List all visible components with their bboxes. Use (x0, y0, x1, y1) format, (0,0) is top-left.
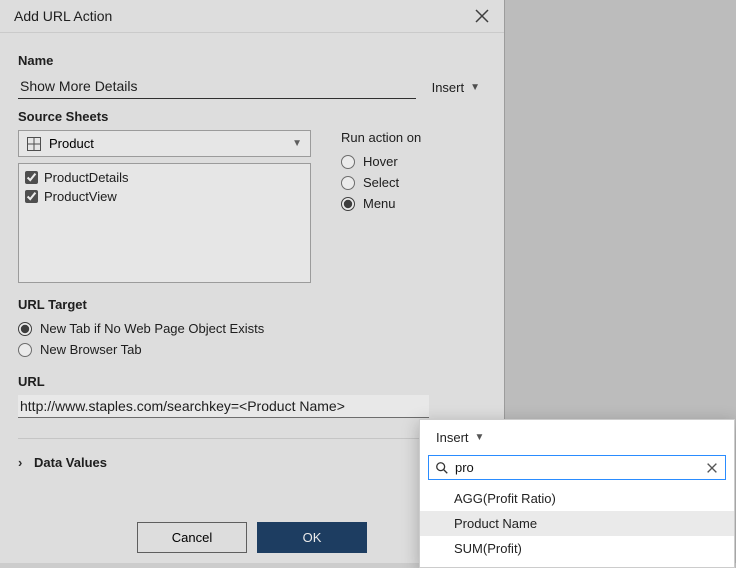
popover-options: AGG(Profit Ratio) Product Name SUM(Profi… (420, 482, 734, 567)
radio-input[interactable] (341, 155, 355, 169)
radio-input[interactable] (341, 197, 355, 211)
source-sheets-list: ProductDetails ProductView (18, 163, 311, 283)
popover-insert-button[interactable]: Insert ▼ (436, 426, 490, 449)
cancel-button[interactable]: Cancel (137, 522, 247, 553)
chevron-down-icon: ▼ (292, 138, 302, 149)
run-option-select[interactable]: Select (341, 172, 486, 193)
radio-label: Hover (363, 154, 398, 169)
url-target-label: URL Target (18, 297, 486, 312)
insert-label: Insert (432, 80, 465, 95)
dropdown-value: Product (49, 136, 94, 151)
run-option-menu[interactable]: Menu (341, 193, 486, 214)
checkbox-input[interactable] (25, 171, 38, 184)
radio-label: Select (363, 175, 399, 190)
radio-input[interactable] (341, 176, 355, 190)
data-values-toggle[interactable]: › Data Values (18, 453, 486, 472)
titlebar: Add URL Action (0, 0, 504, 33)
popover-search[interactable] (428, 455, 726, 480)
checkbox-input[interactable] (25, 190, 38, 203)
name-input[interactable] (18, 74, 416, 99)
url-target-new-browser-tab[interactable]: New Browser Tab (18, 339, 486, 360)
radio-input[interactable] (18, 322, 32, 336)
run-option-hover[interactable]: Hover (341, 151, 486, 172)
url-input[interactable] (18, 395, 429, 418)
radio-input[interactable] (18, 343, 32, 357)
close-icon[interactable] (474, 8, 490, 24)
dashboard-icon (27, 137, 41, 151)
radio-label: New Browser Tab (40, 342, 142, 357)
sheet-label: ProductView (44, 189, 117, 204)
ok-button[interactable]: OK (257, 522, 367, 553)
sheet-checkbox[interactable]: ProductView (25, 187, 304, 206)
popover-option[interactable]: AGG(Profit Ratio) (420, 486, 734, 511)
radio-label: New Tab if No Web Page Object Exists (40, 321, 264, 336)
data-values-label: Data Values (34, 455, 107, 470)
url-target-new-tab-if[interactable]: New Tab if No Web Page Object Exists (18, 318, 486, 339)
url-label: URL (18, 374, 486, 389)
chevron-right-icon: › (18, 455, 28, 470)
chevron-down-icon: ▼ (475, 432, 485, 443)
popover-option[interactable]: Product Name (420, 511, 734, 536)
source-sheets-label: Source Sheets (18, 109, 486, 124)
name-label: Name (18, 53, 486, 68)
radio-label: Menu (363, 196, 396, 211)
run-action-label: Run action on (341, 130, 486, 145)
dialog-title: Add URL Action (14, 8, 112, 24)
sheet-checkbox[interactable]: ProductDetails (25, 168, 304, 187)
sheet-label: ProductDetails (44, 170, 129, 185)
search-icon (435, 461, 449, 475)
source-dashboard-dropdown[interactable]: Product ▼ (18, 130, 311, 157)
chevron-down-icon: ▼ (470, 82, 480, 93)
clear-icon[interactable] (705, 461, 719, 475)
insert-label: Insert (436, 430, 469, 445)
popover-option[interactable]: SUM(Profit) (420, 536, 734, 561)
name-insert-button[interactable]: Insert ▼ (426, 76, 486, 99)
insert-field-popover: Insert ▼ AGG(Profit Ratio) Product Name … (419, 419, 735, 568)
search-input[interactable] (455, 460, 699, 475)
divider (18, 438, 486, 439)
